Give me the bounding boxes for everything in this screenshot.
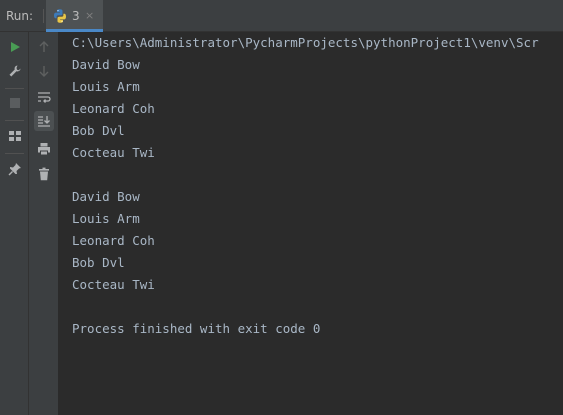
- console-line: David Bow: [72, 57, 140, 72]
- soft-wrap-icon[interactable]: [34, 87, 54, 107]
- toolbar-divider: [5, 120, 24, 121]
- run-tab-label: 3: [72, 9, 80, 23]
- toolbar-divider: [5, 88, 24, 89]
- python-icon: [52, 8, 68, 24]
- stop-icon[interactable]: [5, 93, 25, 113]
- console-line: Cocteau Twi: [72, 145, 155, 160]
- trash-icon[interactable]: [34, 164, 54, 184]
- pin-icon[interactable]: [5, 159, 25, 179]
- toolbar-divider: [5, 153, 24, 154]
- rerun-icon[interactable]: [5, 37, 25, 57]
- console-line: Cocteau Twi: [72, 277, 155, 292]
- console-output[interactable]: C:\Users\Administrator\PycharmProjects\p…: [60, 32, 563, 415]
- console-command-line: C:\Users\Administrator\PycharmProjects\p…: [72, 35, 539, 50]
- close-icon[interactable]: ×: [85, 9, 94, 23]
- run-toolbar-secondary: [29, 32, 59, 415]
- console-line: Leonard Coh: [72, 101, 155, 116]
- run-window-title: Run:: [6, 9, 34, 23]
- console-line: Bob Dvl: [72, 123, 125, 138]
- run-tab-3[interactable]: 3 ×: [46, 0, 103, 32]
- console-line: Leonard Coh: [72, 233, 155, 248]
- console-line: Louis Arm: [72, 211, 140, 226]
- header-separator: [43, 9, 44, 23]
- wrench-icon[interactable]: [5, 61, 25, 81]
- console-line: Louis Arm: [72, 79, 140, 94]
- run-tool-window-header: Run: 3 ×: [0, 0, 563, 32]
- run-toolbar-primary: [0, 32, 29, 415]
- console-exit-message: Process finished with exit code 0: [72, 321, 321, 336]
- arrow-up-icon[interactable]: [34, 37, 54, 57]
- console-line: Bob Dvl: [72, 255, 125, 270]
- console-line: David Bow: [72, 189, 140, 204]
- arrow-down-icon[interactable]: [34, 61, 54, 81]
- print-icon[interactable]: [34, 139, 54, 159]
- scroll-to-end-icon[interactable]: [34, 111, 54, 131]
- run-tool-window: Run: 3 × C:\Users\Administrator\PycharmP…: [0, 0, 563, 415]
- layout-icon[interactable]: [5, 126, 25, 146]
